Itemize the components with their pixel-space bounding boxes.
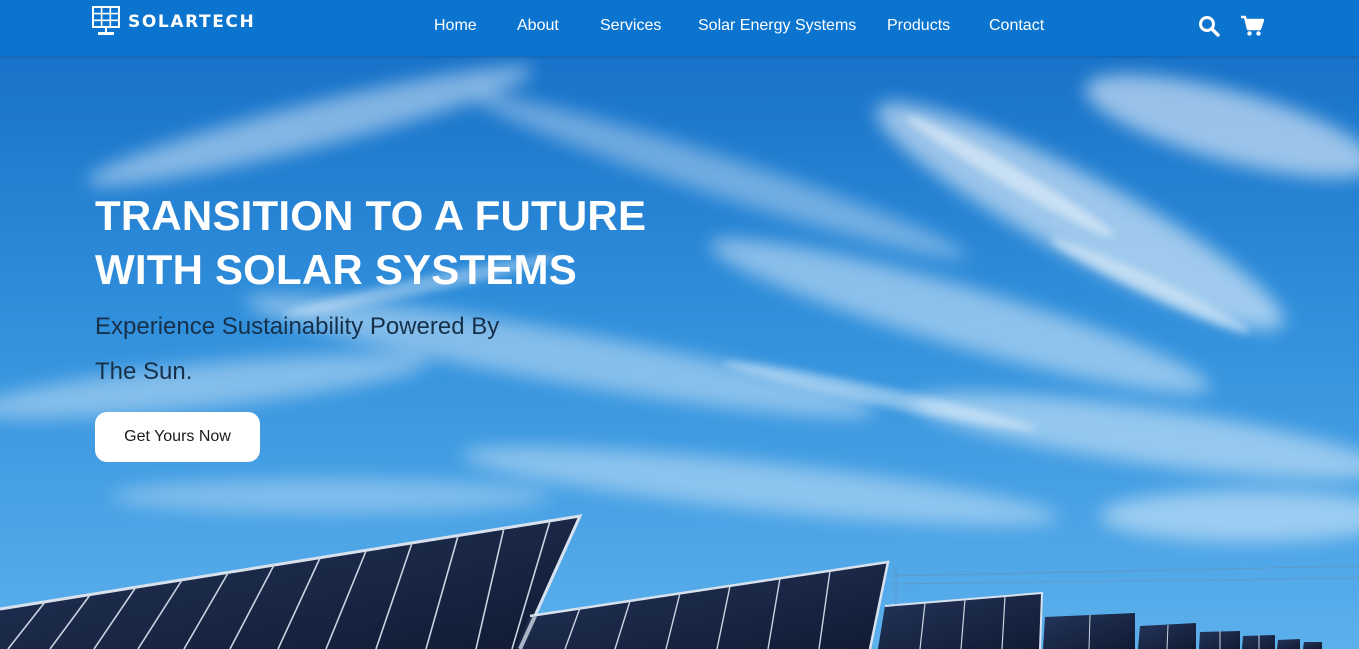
main-nav: Home About Services Solar Energy Systems…: [0, 0, 1359, 52]
nav-solar-energy-systems[interactable]: Solar Energy Systems: [698, 17, 856, 35]
nav-services[interactable]: Services: [600, 17, 661, 35]
hero-headline-line-2: WITH SOLAR SYSTEMS: [95, 246, 577, 293]
hero-section: TRANSITION TO A FUTURE WITH SOLAR SYSTEM…: [0, 56, 1359, 649]
site-header: SOLARTECH Home About Services Solar Ener…: [0, 0, 1359, 56]
hero-subheadline: Experience Sustainability Powered By The…: [95, 304, 499, 394]
nav-contact[interactable]: Contact: [989, 17, 1044, 35]
hero-headline-line-1: TRANSITION TO A FUTURE: [95, 192, 647, 239]
hero-subheadline-line-1: Experience Sustainability Powered By: [95, 313, 500, 340]
nav-products[interactable]: Products: [887, 17, 950, 35]
hero-headline: TRANSITION TO A FUTURE WITH SOLAR SYSTEM…: [95, 189, 646, 297]
get-yours-now-button[interactable]: Get Yours Now: [95, 412, 260, 462]
hero-subheadline-line-2: The Sun.: [95, 358, 193, 385]
cart-button[interactable]: [1239, 13, 1265, 39]
search-icon: [1199, 16, 1220, 37]
nav-about[interactable]: About: [517, 17, 559, 35]
cart-icon: [1241, 15, 1264, 36]
nav-home[interactable]: Home: [434, 17, 477, 35]
search-button[interactable]: [1196, 13, 1222, 39]
